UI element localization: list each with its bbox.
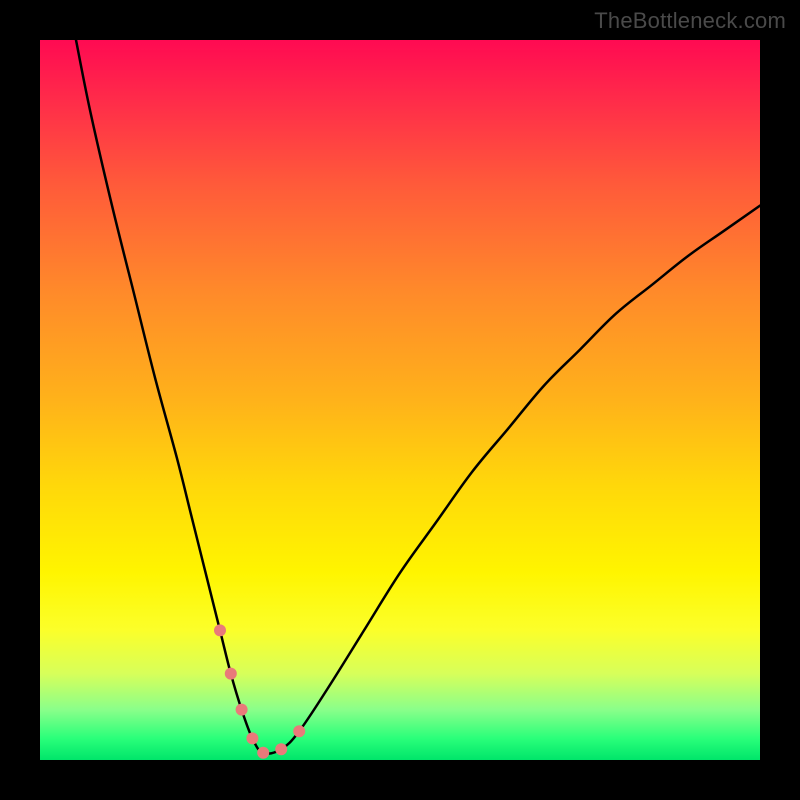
- bottleneck-curve: [76, 40, 760, 754]
- curve-markers: [214, 624, 305, 758]
- curve-marker: [257, 747, 269, 759]
- curve-marker: [275, 743, 287, 755]
- curve-marker: [246, 732, 258, 744]
- chart-frame: TheBottleneck.com: [0, 0, 800, 800]
- curve-marker: [293, 725, 305, 737]
- watermark-text: TheBottleneck.com: [594, 8, 786, 34]
- curve-marker: [236, 704, 248, 716]
- curve-marker: [214, 624, 226, 636]
- curve-marker: [225, 668, 237, 680]
- chart-overlay: [40, 40, 760, 760]
